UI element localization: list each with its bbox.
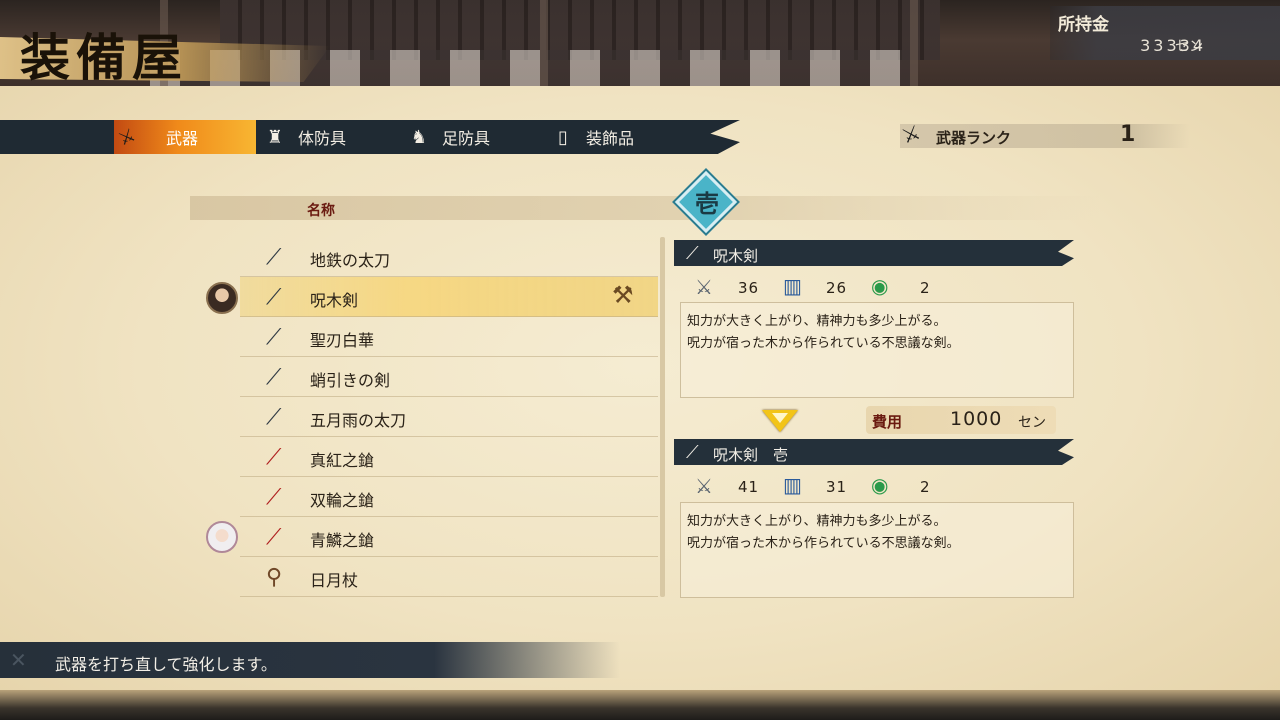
list-item[interactable]: ⟋ 聖刃白華 xyxy=(240,317,658,357)
current-spirit-value: 26 xyxy=(826,279,848,297)
attack-icon: ⚔ xyxy=(695,474,713,498)
slot-icon: ◉ xyxy=(871,473,889,497)
upgraded-item-name: 呪木剣 壱 xyxy=(713,446,789,464)
staff-icon: ⚲ xyxy=(266,565,283,590)
boots-icon: ♞ xyxy=(410,126,428,148)
spear-icon: ⟋ xyxy=(266,485,282,510)
avatar xyxy=(206,282,238,314)
bottom-strip xyxy=(0,690,1280,720)
sword-icon: ⟋ xyxy=(266,405,282,430)
item-name: 青鱗之鎗 xyxy=(310,531,375,550)
list-item-selected[interactable]: ⟋ 呪木剣 ⚒ xyxy=(240,277,658,317)
list-header-name: 名称 xyxy=(307,203,335,219)
weapon-rank-label: 武器ランク xyxy=(936,129,1012,147)
item-name: 呪木剣 xyxy=(310,291,359,310)
item-name: 地鉄の太刀 xyxy=(310,251,391,270)
list-scrollbar[interactable] xyxy=(660,237,665,597)
list-item[interactable]: ⟋ 双輪之鎗 xyxy=(240,477,658,517)
background-pillar xyxy=(540,0,548,100)
upgraded-attack-value: 41 xyxy=(738,478,760,496)
upgraded-description-line: 呪力が宿った木から作られている不思議な剣。 xyxy=(687,536,960,551)
upgraded-description-line: 知力が大きく上がり、精神力も多少上がる。 xyxy=(687,514,947,529)
attack-icon: ⚔ xyxy=(695,275,713,299)
tab-label: 装飾品 xyxy=(586,129,635,148)
money-label: 所持金 xyxy=(1058,15,1109,35)
sword-icon: ⟋ xyxy=(686,442,699,463)
scroll-icon: ▥ xyxy=(783,473,802,497)
sword-icon: ⟋ xyxy=(266,285,282,310)
list-item[interactable]: ⚲ 日月杖 xyxy=(240,557,658,597)
tab-foot-armor[interactable]: ♞ 足防具 xyxy=(406,120,536,154)
scroll-icon: ▥ xyxy=(783,274,802,298)
current-slot-value: 2 xyxy=(920,279,931,297)
current-description-line: 知力が大きく上がり、精神力も多少上がる。 xyxy=(687,314,947,329)
tab-label: 足防具 xyxy=(442,129,491,148)
page-title: 装備屋 xyxy=(20,28,188,87)
sword-icon: ⟋ xyxy=(266,245,282,270)
tier-badge-label: 壱 xyxy=(695,189,719,218)
ornament-icon: ▯ xyxy=(558,126,568,148)
item-name: 真紅之鎗 xyxy=(310,451,375,470)
current-attack-value: 36 xyxy=(738,279,760,297)
item-name: 聖刃白華 xyxy=(310,331,375,350)
tab-label: 体防具 xyxy=(298,129,347,148)
avatar xyxy=(206,521,238,553)
money-unit: セン xyxy=(1175,39,1203,55)
list-item[interactable]: ⟋ 真紅之鎗 xyxy=(240,437,658,477)
body-armor-icon: ♜ xyxy=(266,126,284,148)
help-text: 武器を打ち直して強化します。 xyxy=(55,655,277,674)
list-item[interactable]: ⟋ 地鉄の太刀 xyxy=(240,237,658,277)
item-name: 日月杖 xyxy=(310,571,359,590)
upgraded-slot-value: 2 xyxy=(920,478,931,496)
close-icon: ✕ xyxy=(10,648,27,672)
list-item[interactable]: ⟋ 五月雨の太刀 xyxy=(240,397,658,437)
sword-icon: ⟋ xyxy=(266,365,282,390)
current-item-name: 呪木剣 xyxy=(713,247,759,265)
katana-icon: ⚔ xyxy=(115,124,139,150)
upgraded-spirit-value: 31 xyxy=(826,478,848,496)
tab-label: 武器 xyxy=(166,129,199,148)
tab-body-armor[interactable]: ♜ 体防具 xyxy=(262,120,392,154)
sword-icon: ⟋ xyxy=(686,243,699,264)
item-name: 蛸引きの剣 xyxy=(310,371,391,390)
cost-unit: セン xyxy=(1018,415,1046,431)
list-item[interactable]: ⟋ 青鱗之鎗 xyxy=(240,517,658,557)
hammer-icon: ⚒ xyxy=(612,281,634,309)
tab-accessory[interactable]: ▯ 装飾品 xyxy=(550,120,680,154)
tab-weapon[interactable]: ⚔ 武器 xyxy=(114,120,256,154)
slot-icon: ◉ xyxy=(871,274,889,298)
arrow-down-icon-inner xyxy=(772,413,788,423)
weapon-rank-value: 1 xyxy=(1120,122,1136,147)
spear-icon: ⟋ xyxy=(266,525,282,550)
cost-label: 費用 xyxy=(872,413,903,431)
spear-icon: ⟋ xyxy=(266,445,282,470)
list-item[interactable]: ⟋ 蛸引きの剣 xyxy=(240,357,658,397)
sword-icon: ⟋ xyxy=(266,325,282,350)
current-description-line: 呪力が宿った木から作られている不思議な剣。 xyxy=(687,336,960,351)
item-name: 双輪之鎗 xyxy=(310,491,375,510)
item-name: 五月雨の太刀 xyxy=(310,411,407,430)
background-pillar xyxy=(910,0,918,100)
cost-value: 1000 xyxy=(950,408,1003,430)
